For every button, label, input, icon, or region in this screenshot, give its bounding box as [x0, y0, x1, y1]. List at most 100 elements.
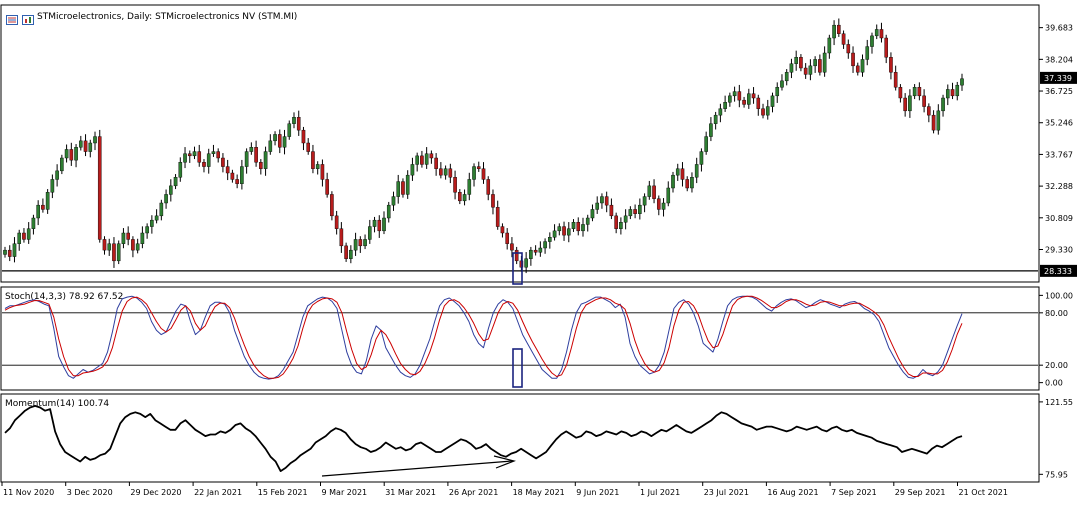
candle-body — [325, 179, 329, 195]
candle-body — [439, 168, 443, 176]
candle-body — [870, 35, 874, 47]
candle-body — [495, 207, 500, 227]
candle-body — [481, 168, 486, 180]
candle-body — [448, 168, 453, 178]
candle-body — [22, 232, 26, 240]
x-tick-label: 21 Oct 2021 — [959, 488, 1008, 497]
candle-body — [514, 249, 519, 262]
candle-body — [88, 142, 93, 152]
candle-body — [581, 224, 585, 232]
candle-body — [26, 228, 31, 240]
support-line-label: 28.333 — [1044, 267, 1072, 276]
candle-body — [287, 123, 292, 137]
candle-body — [254, 147, 258, 163]
candle-body — [775, 87, 780, 97]
candle-body — [922, 95, 926, 107]
stoch-main-line — [4, 295, 963, 380]
candle-body — [301, 129, 306, 144]
candle-body — [671, 174, 675, 189]
candle-body — [230, 172, 235, 180]
candle-body — [467, 179, 472, 195]
x-tick-label: 9 Mar 2021 — [322, 488, 368, 497]
candle-body — [164, 194, 168, 204]
candle-body — [339, 228, 344, 247]
candle-body — [690, 177, 694, 189]
candle-body — [552, 230, 557, 238]
candle-body — [931, 114, 936, 131]
candle-body — [694, 164, 699, 178]
candle-body — [609, 204, 614, 217]
candle-body — [311, 151, 315, 169]
candle-body — [45, 192, 50, 210]
price-tick-label: 39.683 — [1045, 24, 1073, 33]
candle-body — [699, 151, 704, 165]
price-tick-label: 32.288 — [1045, 182, 1073, 191]
candle-body — [770, 95, 775, 107]
candle-body — [296, 117, 301, 131]
candle-body — [429, 153, 434, 159]
candle-body — [912, 87, 917, 97]
x-tick-label: 31 Mar 2021 — [385, 488, 436, 497]
candle-body — [576, 222, 581, 232]
candle-body — [131, 239, 135, 251]
candle-body — [453, 177, 457, 193]
candle-body — [225, 166, 230, 174]
candle-body — [652, 185, 656, 199]
momentum-panel — [0, 393, 1040, 483]
candle-body — [424, 153, 429, 165]
candle-body — [476, 166, 481, 169]
candle-body — [505, 232, 509, 244]
momentum-title: Momentum(14) 100.74 — [5, 399, 109, 409]
candle-body — [789, 63, 794, 73]
candle-body — [282, 136, 287, 148]
candle-body — [837, 24, 841, 34]
candle-body — [642, 196, 647, 206]
candle-body — [140, 232, 145, 244]
candle-body — [377, 219, 382, 232]
candle-body — [742, 99, 746, 105]
candle-body — [102, 239, 107, 251]
candle-body — [529, 249, 533, 259]
chart-title: STMicroelectronics, Daily: STMicroelectr… — [37, 12, 297, 22]
candle-body — [112, 243, 116, 262]
candle-body — [600, 196, 604, 204]
candle-body — [12, 243, 17, 257]
candle-body — [17, 232, 22, 244]
candle-body — [751, 93, 756, 99]
candle-body — [557, 226, 562, 232]
candle-body — [889, 57, 893, 73]
stoch-tick-label: 100.00 — [1045, 291, 1073, 300]
candle-body — [216, 151, 220, 159]
candle-body — [614, 215, 618, 229]
candle-body — [855, 65, 860, 73]
candle-body — [344, 245, 348, 259]
candle-body — [240, 166, 244, 184]
candle-body — [420, 155, 424, 165]
candle-body — [259, 162, 263, 169]
candle-body — [249, 147, 254, 152]
candle-body — [747, 93, 751, 105]
candle-body — [97, 136, 102, 240]
candle-body — [818, 59, 822, 73]
candle-body — [55, 170, 59, 180]
x-tick-label: 22 Jan 2021 — [194, 488, 242, 497]
candle-body — [472, 166, 476, 180]
candle-body — [202, 162, 206, 167]
x-tick-label: 9 Jun 2021 — [576, 488, 619, 497]
candle-body — [330, 194, 334, 217]
candle-body — [941, 97, 945, 112]
candle-body — [590, 209, 595, 219]
candle-body — [656, 198, 661, 210]
candle-body — [765, 106, 770, 116]
candle-body — [950, 89, 955, 97]
candle-body — [675, 168, 680, 176]
price-tick-label: 33.767 — [1045, 150, 1073, 159]
momentum-tick-label: 75.95 — [1045, 470, 1068, 479]
x-tick-label: 29 Dec 2020 — [130, 488, 181, 497]
candle-body — [780, 80, 784, 88]
candle-body — [917, 87, 922, 97]
candle-body — [623, 215, 628, 223]
candle-body — [382, 217, 386, 232]
candle-body — [728, 95, 732, 103]
candle-body — [784, 72, 789, 82]
